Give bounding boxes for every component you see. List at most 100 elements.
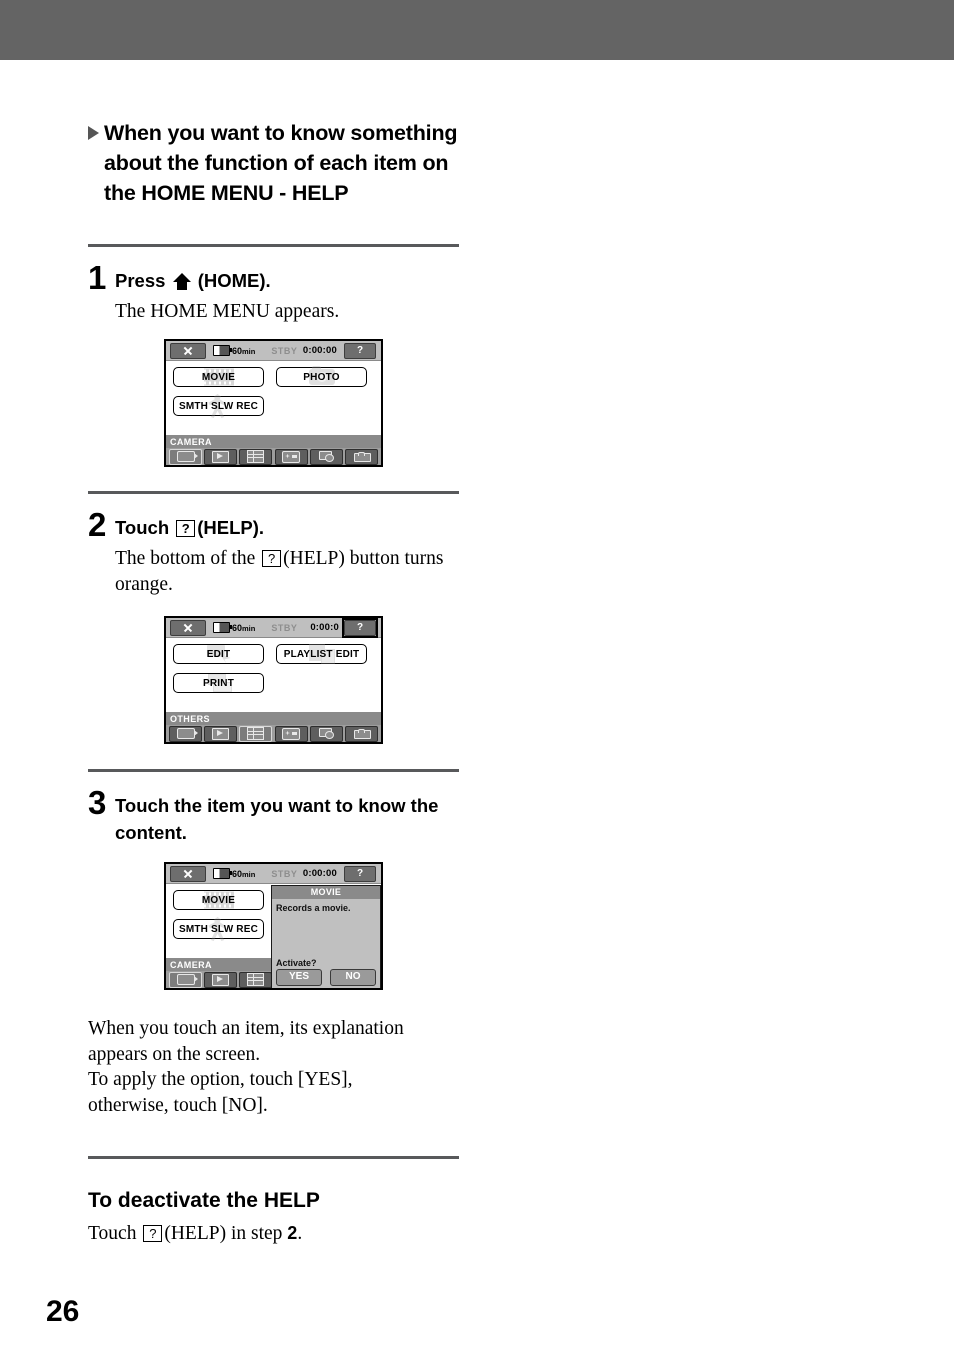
close-icon[interactable] [170,342,206,359]
help-popup-panel: MOVIE Records a movie. Activate? YES NO [271,885,381,988]
step-2-number: 2 [88,506,107,543]
help-popup-buttons: YES NO [276,969,376,986]
camera-tab-3[interactable] [169,971,202,988]
media-icon [282,727,301,740]
deactivate-step-ref: 2 [287,1223,298,1243]
lcd-main-1: MOVIE PHOTO SMTH SLW REC [166,361,381,435]
lcd-screen-home-menu-others: 60min STBY 0:00:0 ? EDIT PLAYLIST EDIT P… [164,616,383,744]
help-button-2[interactable]: ? [344,619,376,636]
others-tab-2[interactable] [239,725,273,742]
timecode-1: 0:00:00 [302,345,337,356]
option-playlist-edit-2[interactable]: PLAYLIST EDIT [276,644,367,664]
body-line-3: To apply the option, touch [YES], [88,1069,353,1090]
option-smth-slw-rec-3[interactable]: SMTH SLW REC [173,917,264,941]
camcorder-icon [176,451,198,462]
option-movie-1[interactable]: MOVIE [173,367,264,387]
help-icon: ? [262,550,282,567]
lcd-category-1: CAMERA [166,435,381,448]
option-smth-slw-rec-label-1: SMTH SLW REC [178,400,259,412]
step-1-number: 1 [88,259,107,296]
edit-icon [318,451,334,462]
step-1: 1 Press (HOME). The HOME MENU appears. [88,261,468,325]
play-icon [212,727,230,740]
recording-mode-2: STBY [271,622,298,633]
edit-tab-2[interactable] [309,725,343,742]
help-button-wrap-1: ? [340,342,377,360]
help-icon: ? [176,520,196,537]
option-print-2[interactable]: PRINT [173,673,264,693]
view-images-tab-1[interactable] [204,448,238,465]
step-2-subtext: The bottom of the ? (HELP) button turns o… [115,546,468,598]
option-photo-label-1: PHOTO [303,371,340,383]
option-smth-slw-rec-label-3: SMTH SLW REC [178,923,259,935]
lcd-main-2: EDIT PLAYLIST EDIT PRINT [166,638,381,712]
body-line-1: When you touch an item, its explanation [88,1018,404,1039]
lcd-screen-home-menu-camera: 60min STBY 0:00:00 ? MOVIE PHOTO SMTH SL… [164,339,383,467]
battery-label-3: 60min [232,868,256,879]
lcd-tab-bar-2 [166,725,381,742]
option-photo-1[interactable]: PHOTO [276,366,367,387]
view-images-tab-2[interactable] [204,725,238,742]
step-2-title-after: (HELP). [197,517,265,538]
body-line-4: otherwise, touch [NO]. [88,1094,268,1116]
timecode-3: 0:00:00 [302,868,337,879]
settings-tab-1[interactable] [344,448,378,465]
manage-media-tab-2[interactable] [274,725,308,742]
battery-label-2: 60min [232,622,256,633]
close-icon[interactable] [170,619,206,636]
help-button-highlight-2: ? [342,618,378,638]
deactivate-heading: To deactivate the HELP [88,1189,320,1212]
edit-tab-1[interactable] [309,448,343,465]
option-movie-label-1: MOVIE [201,371,236,383]
camera-tab-2[interactable] [169,725,202,742]
close-icon[interactable] [170,865,206,882]
help-button-1[interactable]: ? [344,342,376,359]
option-movie-3[interactable]: MOVIE [173,890,264,910]
help-popup-description: Records a movie. [276,903,351,913]
step-2-title-before: Touch [115,517,170,538]
option-movie-label-3: MOVIE [201,894,236,906]
deactivate-text-end: . [297,1223,303,1244]
option-smth-slw-rec-1[interactable]: SMTH SLW REC [173,394,264,418]
divider-3 [88,769,459,772]
manage-media-tab-1[interactable] [274,448,308,465]
step-1-title: Press (HOME). [115,261,468,294]
timecode-2: 0:00:0 [310,622,339,633]
section-heading-text: When you want to know something about th… [104,121,458,205]
others-tab-1[interactable] [239,448,273,465]
option-edit-2[interactable]: EDIT [173,644,264,664]
option-print-label-2: PRINT [203,677,234,689]
settings-tab-2[interactable] [344,725,378,742]
home-icon [172,273,191,290]
lcd-tab-bar-1 [166,448,381,465]
lcd-status-bar-1: 60min STBY 0:00:00 ? [166,341,381,361]
page-content: When you want to know something about th… [88,118,468,1247]
step-2: 2 Touch ? (HELP). The bottom of the ? (HEL… [88,508,468,598]
battery-label-1: 60min [232,345,256,356]
list-icon [247,973,265,986]
step-1-title-before: Press [115,270,166,291]
help-popup-yes-button[interactable]: YES [276,969,322,986]
page-top-banner [0,0,954,60]
step-1-subtext: The HOME MENU appears. [115,301,340,322]
media-icon [282,450,301,463]
play-icon [212,450,230,463]
divider-4 [88,1156,459,1159]
triangle-bullet-icon [88,126,99,140]
view-images-tab-3[interactable] [204,971,238,988]
help-button-3[interactable]: ? [344,865,376,882]
toolbox-icon [353,451,371,462]
option-playlist-edit-label-2: PLAYLIST EDIT [283,648,360,660]
page-number: 26 [46,1295,80,1328]
divider-2 [88,491,459,494]
camera-tab-1[interactable] [169,448,202,465]
step-2-title: Touch ? (HELP). [115,508,468,541]
lcd-status-bar-2: 60min STBY 0:00:0 ? [166,618,381,638]
help-popup-no-button[interactable]: NO [330,969,376,986]
section-heading: When you want to know something about th… [88,118,468,208]
battery-icon [213,345,232,356]
recording-mode-1: STBY [271,345,298,356]
list-icon [247,450,265,463]
others-tab-3[interactable] [239,971,273,988]
step-3: 3 Touch the item you want to know the co… [88,786,468,846]
